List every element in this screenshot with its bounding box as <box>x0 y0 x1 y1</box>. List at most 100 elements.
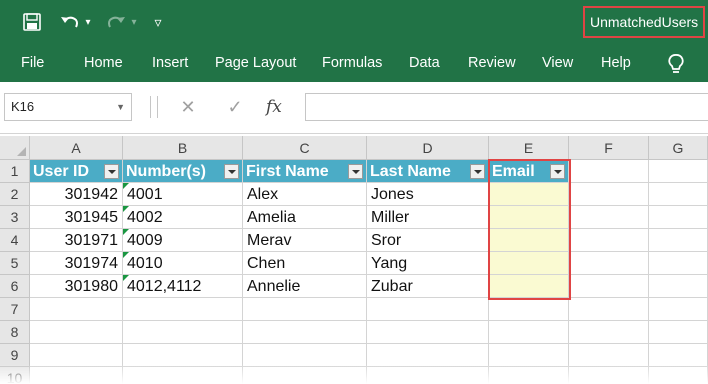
column-header-g[interactable]: G <box>649 136 708 160</box>
cell-first-name[interactable]: Merav <box>243 229 367 252</box>
column-header-f[interactable]: F <box>569 136 649 160</box>
cell-f2[interactable] <box>569 183 649 206</box>
cell-f1[interactable] <box>569 160 649 183</box>
header-numbers[interactable]: Number(s) <box>123 160 243 183</box>
cell-g6[interactable] <box>649 275 708 298</box>
empty-cell[interactable] <box>123 298 243 321</box>
empty-cell[interactable] <box>243 298 367 321</box>
tab-data[interactable]: Data <box>409 44 440 82</box>
cell-user-id[interactable]: 301945 <box>30 206 123 229</box>
empty-cell[interactable] <box>367 344 489 367</box>
cell-first-name[interactable]: Amelia <box>243 206 367 229</box>
filter-dropdown-icon[interactable] <box>224 164 239 179</box>
tab-insert[interactable]: Insert <box>152 44 188 82</box>
row-header-3[interactable]: 3 <box>0 206 30 229</box>
cell-user-id[interactable]: 301980 <box>30 275 123 298</box>
row-header-8[interactable]: 8 <box>0 321 30 344</box>
empty-cell[interactable] <box>489 321 569 344</box>
tab-home[interactable]: Home <box>84 44 123 82</box>
customize-toolbar-icon[interactable]: ▿ <box>150 0 166 44</box>
filter-dropdown-icon[interactable] <box>348 164 363 179</box>
cell-numbers[interactable]: 4012,4112 <box>123 275 243 298</box>
empty-cell[interactable] <box>30 367 123 384</box>
empty-cell[interactable] <box>367 298 489 321</box>
empty-cell[interactable] <box>30 321 123 344</box>
cancel-icon[interactable]: ✕ <box>175 93 201 121</box>
header-first-name[interactable]: First Name <box>243 160 367 183</box>
tab-help[interactable]: Help <box>601 44 631 82</box>
lightbulb-icon[interactable] <box>664 52 688 76</box>
cell-g4[interactable] <box>649 229 708 252</box>
cell-user-id[interactable]: 301974 <box>30 252 123 275</box>
cell-g1[interactable] <box>649 160 708 183</box>
empty-cell[interactable] <box>649 344 708 367</box>
empty-cell[interactable] <box>649 298 708 321</box>
cell-g2[interactable] <box>649 183 708 206</box>
row-header-9[interactable]: 9 <box>0 344 30 367</box>
row-header-4[interactable]: 4 <box>0 229 30 252</box>
cell-email[interactable] <box>489 229 569 252</box>
empty-cell[interactable] <box>569 367 649 384</box>
save-icon[interactable] <box>18 0 46 44</box>
empty-cell[interactable] <box>569 344 649 367</box>
insert-function-icon[interactable]: fx <box>266 93 282 121</box>
column-header-b[interactable]: B <box>123 136 243 160</box>
empty-cell[interactable] <box>123 367 243 384</box>
select-all-button[interactable] <box>0 136 30 160</box>
undo-dropdown-icon[interactable]: ▾ <box>82 0 94 44</box>
name-box[interactable]: K16 ▼ <box>4 93 132 121</box>
header-last-name[interactable]: Last Name <box>367 160 489 183</box>
cell-numbers[interactable]: 4002 <box>123 206 243 229</box>
cell-g5[interactable] <box>649 252 708 275</box>
cell-email[interactable] <box>489 206 569 229</box>
column-header-e[interactable]: E <box>489 136 569 160</box>
tab-file[interactable]: File <box>21 44 44 82</box>
cell-f4[interactable] <box>569 229 649 252</box>
header-user-id[interactable]: User ID <box>30 160 123 183</box>
cell-first-name[interactable]: Alex <box>243 183 367 206</box>
column-header-c[interactable]: C <box>243 136 367 160</box>
cell-f5[interactable] <box>569 252 649 275</box>
cell-last-name[interactable]: Yang <box>367 252 489 275</box>
formula-input[interactable] <box>305 93 708 121</box>
row-header-6[interactable]: 6 <box>0 275 30 298</box>
cell-first-name[interactable]: Annelie <box>243 275 367 298</box>
undo-icon[interactable] <box>58 0 82 44</box>
empty-cell[interactable] <box>649 367 708 384</box>
cell-email[interactable] <box>489 252 569 275</box>
cell-first-name[interactable]: Chen <box>243 252 367 275</box>
cell-email[interactable] <box>489 183 569 206</box>
enter-check-icon[interactable]: ✓ <box>222 93 248 121</box>
filter-dropdown-icon[interactable] <box>470 164 485 179</box>
cell-user-id[interactable]: 301942 <box>30 183 123 206</box>
empty-cell[interactable] <box>30 298 123 321</box>
tab-review[interactable]: Review <box>468 44 516 82</box>
filter-dropdown-icon[interactable] <box>104 164 119 179</box>
empty-cell[interactable] <box>569 298 649 321</box>
empty-cell[interactable] <box>123 321 243 344</box>
empty-cell[interactable] <box>243 367 367 384</box>
empty-cell[interactable] <box>243 344 367 367</box>
row-header-5[interactable]: 5 <box>0 252 30 275</box>
cell-numbers[interactable]: 4009 <box>123 229 243 252</box>
cell-numbers[interactable]: 4010 <box>123 252 243 275</box>
empty-cell[interactable] <box>367 367 489 384</box>
empty-cell[interactable] <box>649 321 708 344</box>
empty-cell[interactable] <box>30 344 123 367</box>
cell-last-name[interactable]: Sror <box>367 229 489 252</box>
empty-cell[interactable] <box>569 321 649 344</box>
cell-last-name[interactable]: Jones <box>367 183 489 206</box>
cell-f6[interactable] <box>569 275 649 298</box>
tab-page-layout[interactable]: Page Layout <box>215 44 296 82</box>
empty-cell[interactable] <box>489 344 569 367</box>
column-header-a[interactable]: A <box>30 136 123 160</box>
cell-email[interactable] <box>489 275 569 298</box>
row-header-10[interactable]: 10 <box>0 367 30 384</box>
empty-cell[interactable] <box>489 367 569 384</box>
cell-user-id[interactable]: 301971 <box>30 229 123 252</box>
chevron-down-icon[interactable]: ▼ <box>116 94 125 120</box>
tab-view[interactable]: View <box>542 44 573 82</box>
empty-cell[interactable] <box>489 298 569 321</box>
cell-numbers[interactable]: 4001 <box>123 183 243 206</box>
empty-cell[interactable] <box>367 321 489 344</box>
